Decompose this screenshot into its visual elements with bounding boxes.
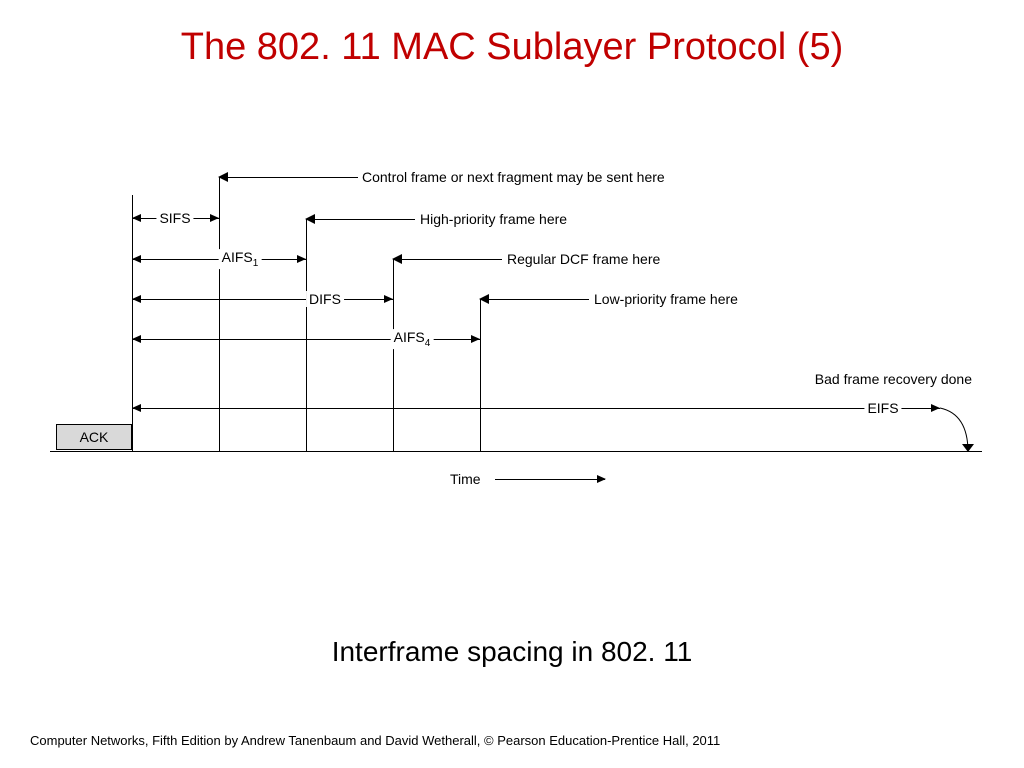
- label-text: EIFS: [867, 400, 898, 416]
- label-text: DIFS: [309, 291, 341, 307]
- tick-sifs: [219, 195, 220, 452]
- callout-sifs-arrow: [218, 172, 228, 182]
- label-sub: 1: [253, 258, 259, 269]
- slide-footer: Computer Networks, Fifth Edition by Andr…: [30, 733, 994, 748]
- tick-start: [132, 195, 133, 452]
- timeline-axis: [50, 451, 982, 452]
- time-axis-arrow: [495, 479, 605, 480]
- label-text: AIFS: [394, 329, 425, 345]
- callout-sifs-line: [228, 177, 358, 178]
- eifs-curve: [938, 408, 972, 452]
- span-aifs1-label: AIFS1: [219, 249, 262, 269]
- span-aifs4-label: AIFS4: [391, 329, 434, 349]
- slide-title: The 802. 11 MAC Sublayer Protocol (5): [0, 0, 1024, 69]
- figure-caption: Interframe spacing in 802. 11: [0, 636, 1024, 668]
- span-difs-label: DIFS: [306, 291, 344, 307]
- span-sifs-label: SIFS: [156, 210, 193, 226]
- span-difs: [132, 299, 393, 300]
- span-eifs: [132, 408, 940, 409]
- callout-eifs-text: Bad frame recovery done: [815, 371, 972, 387]
- callout-aifs1-text: High-priority frame here: [420, 211, 567, 227]
- callout-difs-text: Regular DCF frame here: [507, 251, 660, 267]
- callout-aifs4-text: Low-priority frame here: [594, 291, 738, 307]
- tick-aifs4: [480, 316, 481, 452]
- interframe-spacing-diagram: ACK SIFS AIFS1 DIFS AIFS4 EIFS Control f…: [50, 195, 982, 490]
- callout-aifs1-arrow: [305, 214, 315, 224]
- callout-sifs-text: Control frame or next fragment may be se…: [362, 169, 665, 185]
- time-axis-label: Time: [450, 471, 481, 487]
- callout-difs-line: [402, 259, 502, 260]
- label-sub: 4: [425, 338, 431, 349]
- label-text: SIFS: [159, 210, 190, 226]
- span-eifs-label: EIFS: [864, 400, 901, 416]
- label-text: AIFS: [222, 249, 253, 265]
- tick-difs: [393, 276, 394, 452]
- callout-aifs4-arrow: [479, 294, 489, 304]
- callout-aifs1-line: [315, 219, 415, 220]
- callout-difs-arrow: [392, 254, 402, 264]
- tick-aifs1: [306, 236, 307, 452]
- ack-block: ACK: [56, 424, 132, 450]
- callout-aifs4-line: [489, 299, 589, 300]
